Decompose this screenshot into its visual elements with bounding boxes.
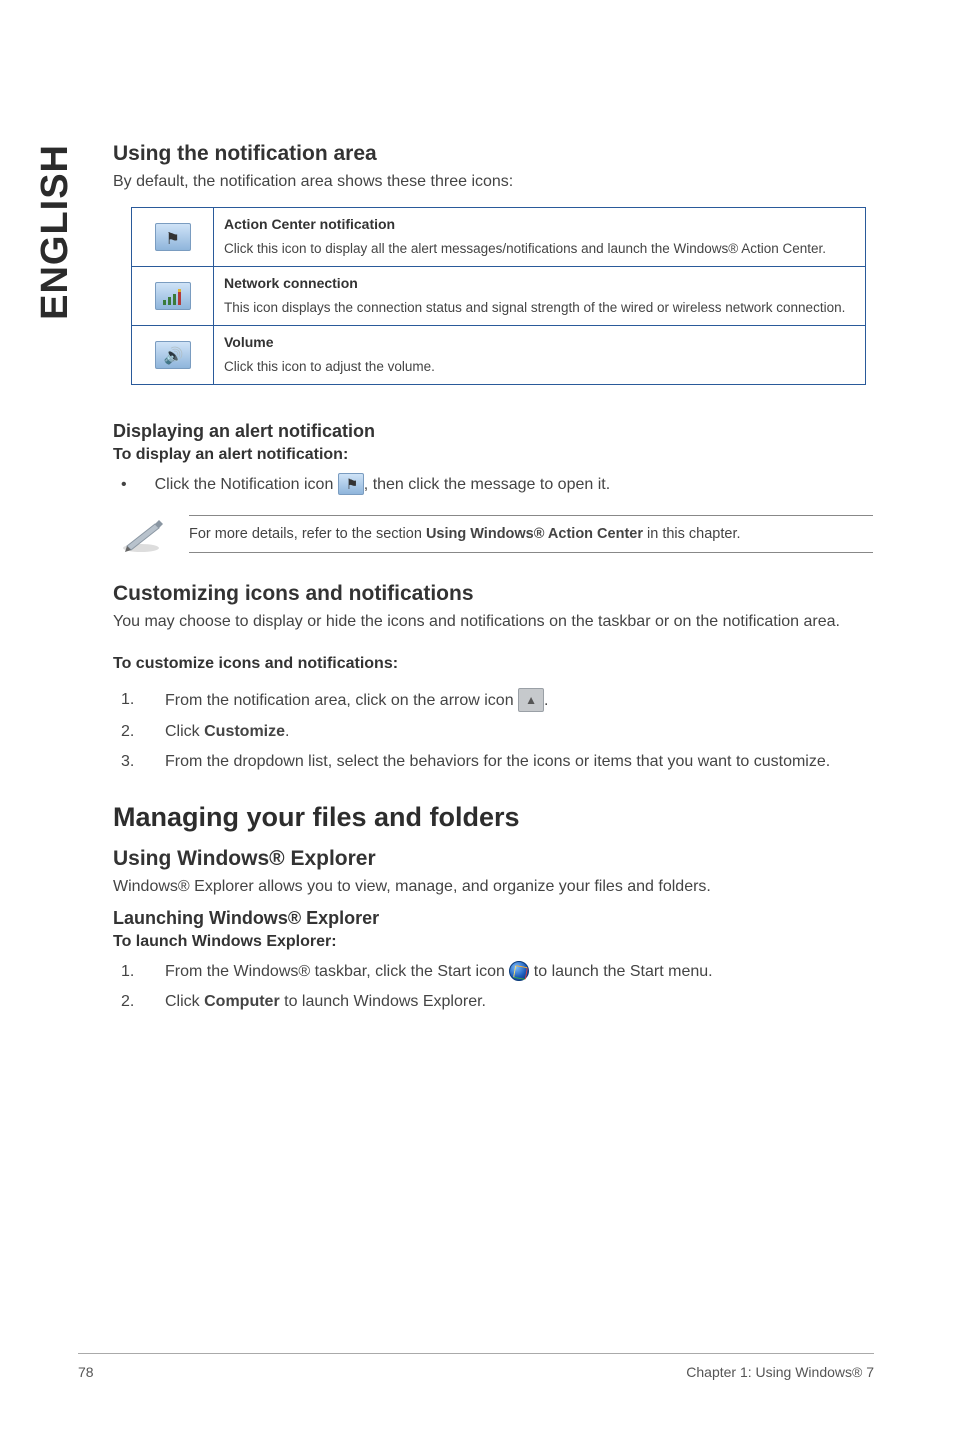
page-footer: 78 Chapter 1: Using Windows® 7 [78, 1353, 874, 1380]
step-3-customize: 3. From the dropdown list, select the be… [113, 751, 873, 773]
heading-display-alert: Displaying an alert notification [113, 421, 873, 442]
start-orb-icon [509, 961, 529, 981]
intro-customize: You may choose to display or hide the ic… [113, 612, 873, 633]
text-pre: Click the Notification icon [155, 477, 338, 494]
notification-icons-table: ⚑ Action Center notification Click this … [131, 207, 866, 386]
step-1-customize: 1. From the notification area, click on … [113, 689, 873, 713]
step-1-launch: 1. From the Windows® taskbar, click the … [113, 961, 873, 983]
row-body: This icon displays the connection status… [224, 299, 855, 317]
heading-notification-area: Using the notification area [113, 142, 873, 166]
row-title: Network connection [224, 275, 855, 291]
arrow-up-tray-icon: ▲ [518, 688, 544, 712]
page-content: Using the notification area By default, … [113, 142, 873, 1020]
intro-explorer: Windows® Explorer allows you to view, ma… [113, 877, 873, 898]
bullet-dot: • [121, 476, 127, 494]
page-number: 78 [78, 1364, 94, 1380]
subheading-launch-explorer: To launch Windows Explorer: [113, 933, 873, 951]
note-text: For more details, refer to the section U… [189, 515, 873, 553]
notification-flag-icon: ⚑ [338, 473, 364, 495]
intro-notification-area: By default, the notification area shows … [113, 172, 873, 193]
heading-launch-explorer: Launching Windows® Explorer [113, 908, 873, 929]
row-body: Click this icon to display all the alert… [224, 240, 855, 258]
language-sidebar-label: ENGLISH [34, 144, 77, 320]
heading-customize: Customizing icons and notifications [113, 582, 873, 606]
subheading-customize: To customize icons and notifications: [113, 655, 873, 673]
network-bars-icon [155, 282, 191, 310]
note-row: For more details, refer to the section U… [113, 514, 873, 554]
heading-windows-explorer: Using Windows® Explorer [113, 847, 873, 871]
row-title: Volume [224, 334, 855, 350]
step-2-launch: 2. Click Computer to launch Windows Expl… [113, 991, 873, 1013]
action-center-flag-icon: ⚑ [155, 223, 191, 251]
volume-speaker-icon: 🔊 [155, 341, 191, 369]
bullet-click-notification: • Click the Notification icon ⚑, then cl… [113, 474, 873, 496]
pencil-note-icon [121, 514, 167, 554]
text-post: , then click the message to open it. [364, 477, 610, 494]
chapter-label: Chapter 1: Using Windows® 7 [686, 1364, 874, 1380]
subheading-display-alert: To display an alert notification: [113, 446, 873, 464]
step-2-customize: 2. Click Customize. [113, 721, 873, 743]
row-title: Action Center notification [224, 216, 855, 232]
row-body: Click this icon to adjust the volume. [224, 358, 855, 376]
heading-managing-files: Managing your files and folders [113, 802, 873, 833]
